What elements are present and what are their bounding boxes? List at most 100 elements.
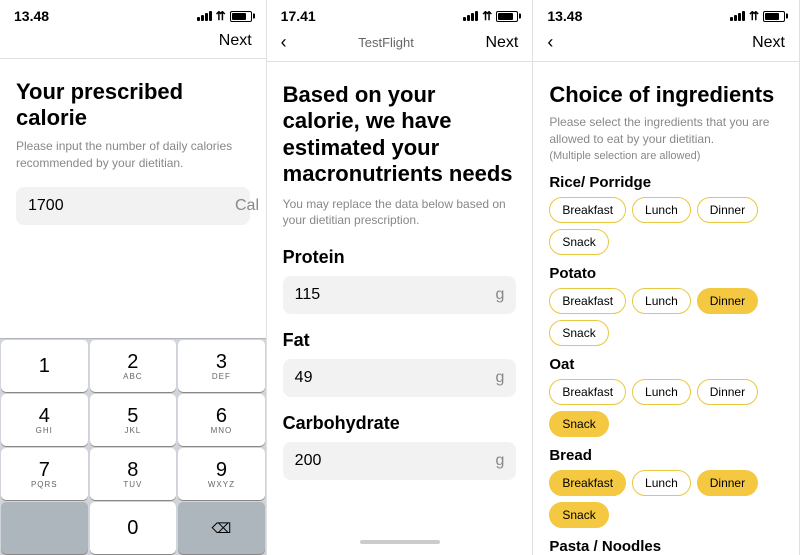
oat-breakfast[interactable]: Breakfast	[549, 379, 626, 405]
home-indicator-2	[360, 540, 440, 544]
status-bar-3: 13.48 ⇈	[533, 0, 799, 28]
fat-value: 49	[295, 369, 496, 387]
numpad-row-2: 4GHI 5JKL 6MNO	[0, 393, 266, 447]
next-button-1[interactable]: Next	[219, 32, 252, 50]
numpad-key-5[interactable]: 5JKL	[90, 394, 177, 446]
category-pasta-label: Pasta / Noodles	[549, 538, 783, 555]
numpad-key-backspace[interactable]: ⌫	[178, 502, 265, 554]
numpad-key-1[interactable]: 1	[1, 340, 88, 392]
ingr-note: (Multiple selection are allowed)	[549, 150, 783, 162]
carb-row[interactable]: 200 g	[283, 442, 517, 480]
category-rice: Rice/ Porridge Breakfast Lunch Dinner Sn…	[549, 174, 783, 255]
calorie-input-row[interactable]: Cal	[16, 187, 250, 225]
protein-row[interactable]: 115 g	[283, 276, 517, 314]
nav-divider-3	[533, 61, 799, 62]
rice-breakfast[interactable]: Breakfast	[549, 197, 626, 223]
numpad-row-3: 7PQRS 8TUV 9WXYZ	[0, 447, 266, 501]
battery-icon-1	[230, 11, 252, 22]
oat-tags: Breakfast Lunch Dinner Snack	[549, 379, 783, 437]
numpad-row-4: 0 ⌫	[0, 501, 266, 555]
status-bar-1: 13.48 ⇈	[0, 0, 266, 28]
bread-breakfast[interactable]: Breakfast	[549, 470, 626, 496]
numpad-key-7[interactable]: 7PQRS	[1, 448, 88, 500]
numpad-key-4[interactable]: 4GHI	[1, 394, 88, 446]
potato-dinner[interactable]: Dinner	[697, 288, 758, 314]
panel-calorie: 13.48 ⇈ Next Your prescribed calorie Ple…	[0, 0, 267, 555]
protein-unit: g	[495, 286, 504, 304]
rice-lunch[interactable]: Lunch	[632, 197, 691, 223]
calorie-input[interactable]	[28, 197, 235, 215]
battery-icon-2	[496, 11, 518, 22]
rice-snack[interactable]: Snack	[549, 229, 608, 255]
bread-snack[interactable]: Snack	[549, 502, 608, 528]
numpad: 1 2ABC 3DEF 4GHI 5JKL 6MNO 7PQRS 8TUV 9W…	[0, 338, 266, 555]
carb-value: 200	[295, 452, 496, 470]
category-potato: Potato Breakfast Lunch Dinner Snack	[549, 265, 783, 346]
oat-snack[interactable]: Snack	[549, 411, 608, 437]
oat-lunch[interactable]: Lunch	[632, 379, 691, 405]
wifi-icon-3: ⇈	[749, 9, 759, 23]
back-button-3[interactable]: ‹	[547, 32, 553, 53]
fat-row[interactable]: 49 g	[283, 359, 517, 397]
category-oat: Oat Breakfast Lunch Dinner Snack	[549, 356, 783, 437]
nav-divider-1	[0, 58, 266, 59]
calorie-unit: Cal	[235, 197, 259, 215]
potato-tags: Breakfast Lunch Dinner Snack	[549, 288, 783, 346]
category-rice-label: Rice/ Porridge	[549, 174, 783, 191]
nav-bar-2: ‹ TestFlight Next	[267, 28, 533, 61]
back-button-2[interactable]: ‹	[281, 32, 287, 53]
potato-snack[interactable]: Snack	[549, 320, 608, 346]
numpad-key-2[interactable]: 2ABC	[90, 340, 177, 392]
nav-divider-2	[267, 61, 533, 62]
numpad-key-0[interactable]: 0	[90, 502, 177, 554]
nav-bar-3: ‹ Next	[533, 28, 799, 61]
bread-lunch[interactable]: Lunch	[632, 470, 691, 496]
potato-lunch[interactable]: Lunch	[632, 288, 691, 314]
numpad-key-3[interactable]: 3DEF	[178, 340, 265, 392]
wifi-icon-2: ⇈	[482, 9, 492, 23]
status-time-3: 13.48	[547, 8, 582, 24]
next-button-3[interactable]: Next	[752, 34, 785, 52]
signal-icon-1	[197, 11, 212, 21]
next-button-2[interactable]: Next	[485, 34, 518, 52]
status-time-2: 17.41	[281, 8, 316, 24]
panel-ingredients: 13.48 ⇈ ‹ Next Choice of ingredients Ple…	[533, 0, 800, 555]
numpad-key-6[interactable]: 6MNO	[178, 394, 265, 446]
status-bar-2: 17.41 ⇈	[267, 0, 533, 28]
fat-label: Fat	[283, 330, 517, 351]
numpad-key-9[interactable]: 9WXYZ	[178, 448, 265, 500]
panel-macro: 17.41 ⇈ ‹ TestFlight Next Based on your …	[267, 0, 534, 555]
rice-dinner[interactable]: Dinner	[697, 197, 758, 223]
carb-unit: g	[495, 452, 504, 470]
signal-icon-3	[730, 11, 745, 21]
wifi-icon-1: ⇈	[216, 9, 226, 23]
panel-content-3: Choice of ingredients Please select the …	[533, 68, 799, 555]
status-icons-1: ⇈	[197, 9, 252, 23]
status-icons-2: ⇈	[463, 9, 518, 23]
status-icons-3: ⇈	[730, 9, 785, 23]
flight-label: TestFlight	[358, 35, 414, 50]
numpad-key-empty	[1, 502, 88, 554]
protein-label: Protein	[283, 247, 517, 268]
fat-unit: g	[495, 369, 504, 387]
category-bread-label: Bread	[549, 447, 783, 464]
nav-bar-1: Next	[0, 28, 266, 58]
numpad-key-8[interactable]: 8TUV	[90, 448, 177, 500]
bottom-bar-2	[267, 535, 533, 555]
category-oat-label: Oat	[549, 356, 783, 373]
signal-icon-2	[463, 11, 478, 21]
battery-icon-3	[763, 11, 785, 22]
calorie-title: Your prescribed calorie	[16, 79, 250, 132]
bread-dinner[interactable]: Dinner	[697, 470, 758, 496]
category-pasta: Pasta / Noodles Breakfast Lunch Dinner S…	[549, 538, 783, 555]
macro-desc: You may replace the data below based on …	[283, 196, 517, 230]
bread-tags: Breakfast Lunch Dinner Snack	[549, 470, 783, 528]
panel-content-2: Based on your calorie, we have estimated…	[267, 68, 533, 535]
carb-label: Carbohydrate	[283, 413, 517, 434]
oat-dinner[interactable]: Dinner	[697, 379, 758, 405]
potato-breakfast[interactable]: Breakfast	[549, 288, 626, 314]
rice-tags: Breakfast Lunch Dinner Snack	[549, 197, 783, 255]
numpad-row-1: 1 2ABC 3DEF	[0, 339, 266, 393]
status-time-1: 13.48	[14, 8, 49, 24]
ingr-subtitle: Please select the ingredients that you a…	[549, 114, 783, 148]
